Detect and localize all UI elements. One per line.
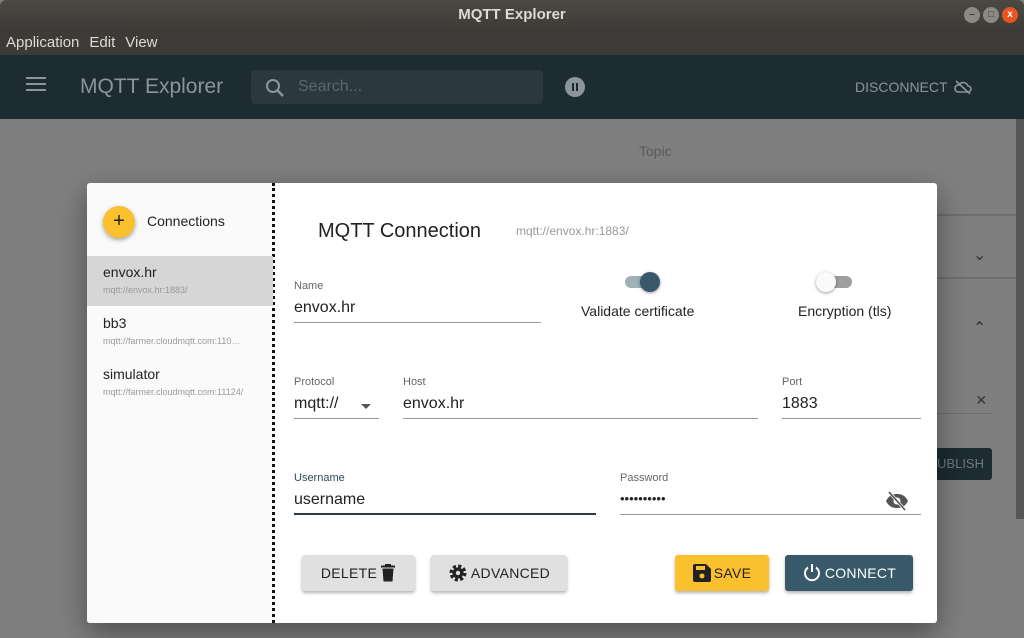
trash-icon	[381, 564, 396, 582]
connection-url-preview: mqtt://envox.hr:1883/	[516, 224, 629, 238]
menu-view[interactable]: View	[125, 34, 157, 51]
connection-form: MQTT Connection mqtt://envox.hr:1883/ Na…	[278, 183, 937, 623]
connect-label: CONNECT	[824, 565, 897, 581]
minimize-button[interactable]: –	[964, 7, 980, 23]
connect-button[interactable]: CONNECT	[785, 555, 913, 591]
name-label: Name	[294, 280, 324, 292]
chevron-up-icon[interactable]: ⌃	[973, 318, 986, 338]
protocol-value: mqtt://	[294, 395, 339, 412]
form-title: MQTT Connection	[318, 220, 482, 242]
advanced-button[interactable]: ADVANCED	[431, 555, 567, 591]
name-input[interactable]: envox.hr	[294, 299, 541, 323]
connection-item[interactable]: simulator mqtt://farmer.cloudmqtt.com:111…	[87, 358, 273, 408]
port-field[interactable]: Port 1883	[782, 376, 921, 419]
menu-icon[interactable]	[26, 77, 46, 91]
save-label: SAVE	[713, 565, 752, 581]
menu-bar: Application Edit View	[0, 30, 1024, 55]
gear-icon	[449, 564, 467, 582]
close-button[interactable]: x	[1002, 7, 1018, 23]
search-box[interactable]	[251, 70, 543, 104]
port-label: Port	[782, 376, 803, 388]
chevron-down-icon[interactable]: ⌄	[973, 245, 986, 265]
connection-url: mqtt://farmer.cloudmqtt.com:11124/	[103, 387, 244, 397]
disconnect-label: DISCONNECT	[855, 79, 948, 95]
validate-certificate-label: Validate certificate	[581, 303, 695, 319]
app-bar: MQTT Explorer DISCONNECT	[0, 55, 1024, 119]
connection-item[interactable]: envox.hr mqtt://envox.hr:1883/	[87, 256, 273, 306]
clear-icon[interactable]: ×	[976, 390, 987, 411]
connection-item[interactable]: bb3 mqtt://farmer.cloudmqtt.com:110…	[87, 307, 273, 357]
host-label: Host	[403, 376, 426, 388]
delete-label: DELETE	[320, 565, 378, 581]
connection-name: bb3	[103, 315, 127, 331]
save-icon	[692, 564, 711, 582]
topic-label: Topic	[639, 143, 672, 159]
encryption-toggle[interactable]	[816, 272, 852, 292]
username-field[interactable]: Username username	[294, 472, 596, 515]
connection-name: simulator	[103, 366, 160, 382]
connection-dialog: + Connections envox.hr mqtt://envox.hr:18…	[87, 183, 937, 623]
publish-button[interactable]: UBLISH	[930, 448, 992, 480]
connection-url: mqtt://envox.hr:1883/	[103, 285, 188, 295]
pause-icon[interactable]	[565, 77, 585, 97]
password-field[interactable]: Password ••••••••••	[620, 472, 921, 515]
search-icon	[266, 79, 284, 97]
maximize-button[interactable]: □	[983, 7, 999, 23]
visibility-off-icon[interactable]	[885, 491, 909, 511]
port-input[interactable]: 1883	[782, 395, 921, 419]
window-title: MQTT Explorer	[458, 6, 566, 23]
advanced-label: ADVANCED	[470, 565, 551, 581]
host-field[interactable]: Host envox.hr	[403, 376, 758, 419]
disconnect-button[interactable]: DISCONNECT	[855, 79, 972, 95]
validate-certificate-toggle[interactable]	[623, 272, 660, 292]
password-label: Password	[620, 472, 669, 484]
add-connection-button[interactable]: +	[103, 206, 135, 238]
delete-button[interactable]: DELETE	[302, 555, 415, 591]
protocol-label: Protocol	[294, 376, 335, 388]
connection-url: mqtt://farmer.cloudmqtt.com:110…	[103, 336, 241, 346]
menu-edit[interactable]: Edit	[89, 34, 115, 51]
connections-sidebar: + Connections envox.hr mqtt://envox.hr:18…	[87, 183, 275, 623]
dropdown-arrow-icon	[361, 404, 371, 414]
scrollbar[interactable]	[1016, 119, 1024, 519]
search-input[interactable]	[298, 76, 528, 98]
menu-application[interactable]: Application	[6, 34, 79, 51]
protocol-select[interactable]: Protocol mqtt://	[294, 376, 379, 419]
cloud-off-icon	[953, 80, 972, 94]
app-title: MQTT Explorer	[80, 75, 224, 98]
name-field[interactable]: Name envox.hr	[294, 280, 541, 323]
username-label: Username	[294, 472, 345, 484]
power-icon	[803, 564, 820, 582]
save-button[interactable]: SAVE	[675, 555, 769, 591]
password-input[interactable]: ••••••••••	[620, 491, 666, 506]
connections-heading: Connections	[147, 213, 225, 229]
username-input[interactable]: username	[294, 491, 596, 515]
window-titlebar: MQTT Explorer – □ x	[0, 0, 1024, 30]
connection-name: envox.hr	[103, 264, 157, 280]
encryption-label: Encryption (tls)	[798, 303, 892, 319]
host-input[interactable]: envox.hr	[403, 395, 758, 419]
